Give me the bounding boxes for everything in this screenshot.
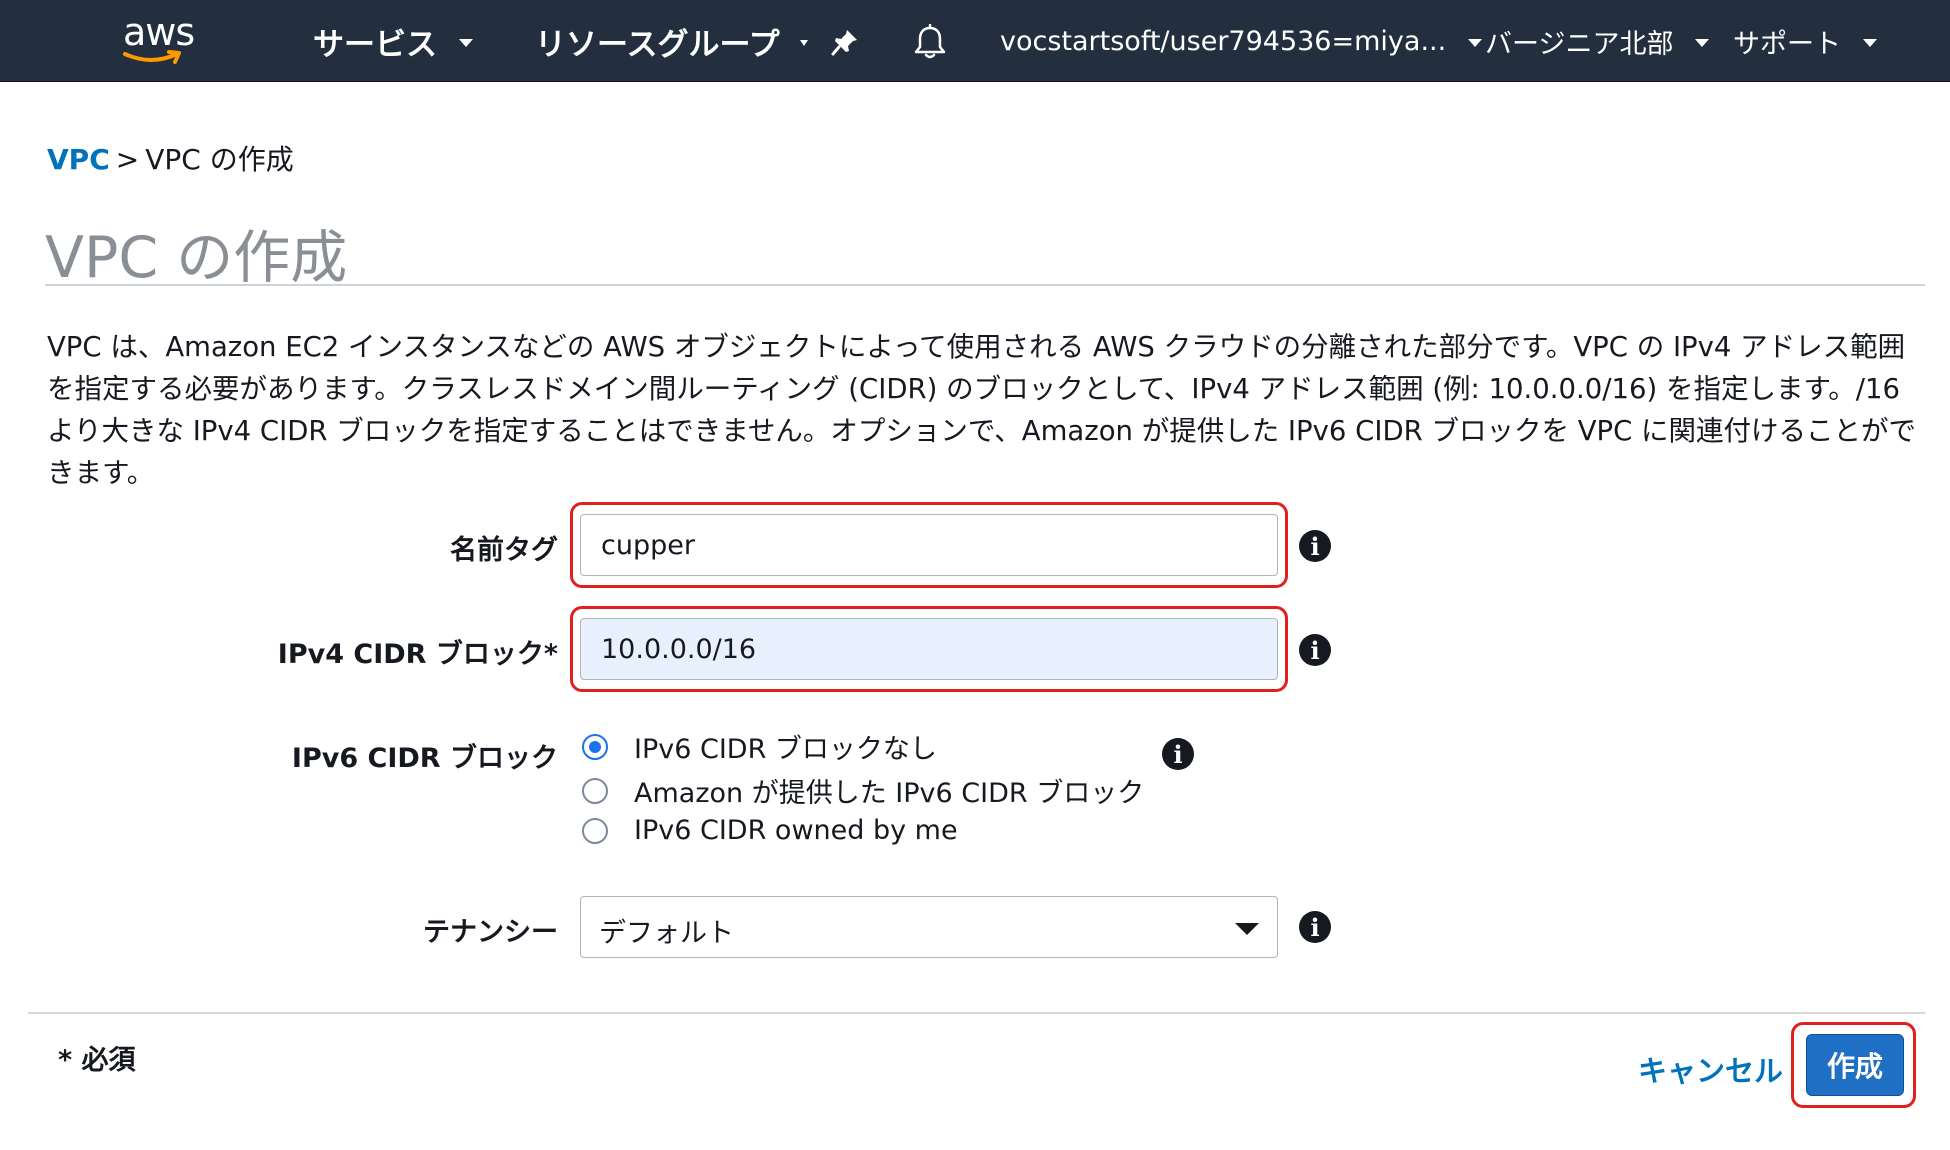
required-note: * 必須 (58, 1045, 136, 1076)
ipv6-none-radio[interactable] (582, 733, 608, 760)
footer-divider (28, 1012, 1925, 1014)
aws-logo-text: aws (123, 10, 195, 54)
ipv6-option-none[interactable]: IPv6 CIDR ブロックなし (582, 727, 937, 766)
pin-icon[interactable] (825, 22, 865, 62)
services-menu-label: サービス (313, 26, 437, 63)
support-menu-label: サポート (1733, 28, 1841, 60)
tenancy-label: テナンシー (423, 917, 558, 948)
ipv4-cidr-label: IPv4 CIDR ブロック* (277, 639, 558, 670)
ipv6-cidr-info-icon[interactable]: i (1162, 738, 1194, 770)
breadcrumb-current: VPC の作成 (145, 143, 294, 176)
title-divider (45, 284, 1925, 286)
notifications-bell-icon[interactable] (910, 22, 950, 62)
account-menu-label: vocstartsoft/user794536=miya... (1000, 25, 1447, 57)
dropdown-arrow-icon (1235, 923, 1259, 935)
tenancy-select[interactable]: デフォルト (580, 896, 1278, 958)
chevron-down-icon (459, 38, 473, 47)
ipv6-option-amazon[interactable]: Amazon が提供した IPv6 CIDR ブロック (582, 771, 1144, 810)
ipv6-owned-radio[interactable] (582, 817, 608, 844)
aws-logo[interactable]: aws (115, 8, 215, 72)
chevron-down-icon (1468, 38, 1483, 47)
name-tag-info-icon[interactable]: i (1299, 530, 1331, 562)
name-tag-input[interactable] (580, 514, 1278, 576)
ipv6-amazon-radio[interactable] (582, 777, 608, 804)
tenancy-select-value: デフォルト (599, 918, 734, 949)
create-button[interactable]: 作成 (1806, 1034, 1904, 1096)
chevron-down-icon (1863, 38, 1877, 47)
region-menu[interactable]: バージニア北部 (1485, 0, 1710, 82)
top-navigation-bar: aws サービス リソースグループ vocstartsoft/user79453… (0, 0, 1950, 82)
breadcrumb-vpc-link[interactable]: VPC (47, 143, 110, 176)
tenancy-info-icon[interactable]: i (1299, 911, 1331, 943)
support-menu[interactable]: サポート (1733, 0, 1877, 82)
aws-smile-icon (123, 50, 181, 64)
ipv4-cidr-input[interactable] (580, 618, 1278, 680)
ipv6-option-label: IPv6 CIDR owned by me (634, 815, 958, 846)
ipv6-option-owned[interactable]: IPv6 CIDR owned by me (582, 815, 958, 846)
ipv6-cidr-label: IPv6 CIDR ブロック (291, 743, 558, 774)
services-menu[interactable]: サービス (313, 0, 473, 82)
breadcrumb-separator: > (115, 143, 140, 176)
cancel-button[interactable]: キャンセル (1638, 1048, 1783, 1090)
resource-groups-menu-label: リソースグループ (535, 26, 780, 63)
region-menu-label: バージニア北部 (1485, 28, 1674, 60)
chevron-down-icon (1695, 38, 1710, 47)
chevron-down-icon (799, 39, 808, 46)
breadcrumb: VPC > VPC の作成 (47, 138, 294, 178)
ipv4-cidr-info-icon[interactable]: i (1299, 634, 1331, 666)
page-description: VPC は、Amazon EC2 インスタンスなどの AWS オブジェクトによっ… (47, 331, 1917, 489)
account-menu[interactable]: vocstartsoft/user794536=miya... (1000, 0, 1483, 82)
ipv6-option-label: IPv6 CIDR ブロックなし (634, 734, 937, 765)
page-title: VPC の作成 (45, 225, 348, 291)
resource-groups-menu[interactable]: リソースグループ (535, 0, 808, 82)
ipv6-option-label: Amazon が提供した IPv6 CIDR ブロック (634, 778, 1145, 809)
name-tag-label: 名前タグ (450, 535, 558, 566)
